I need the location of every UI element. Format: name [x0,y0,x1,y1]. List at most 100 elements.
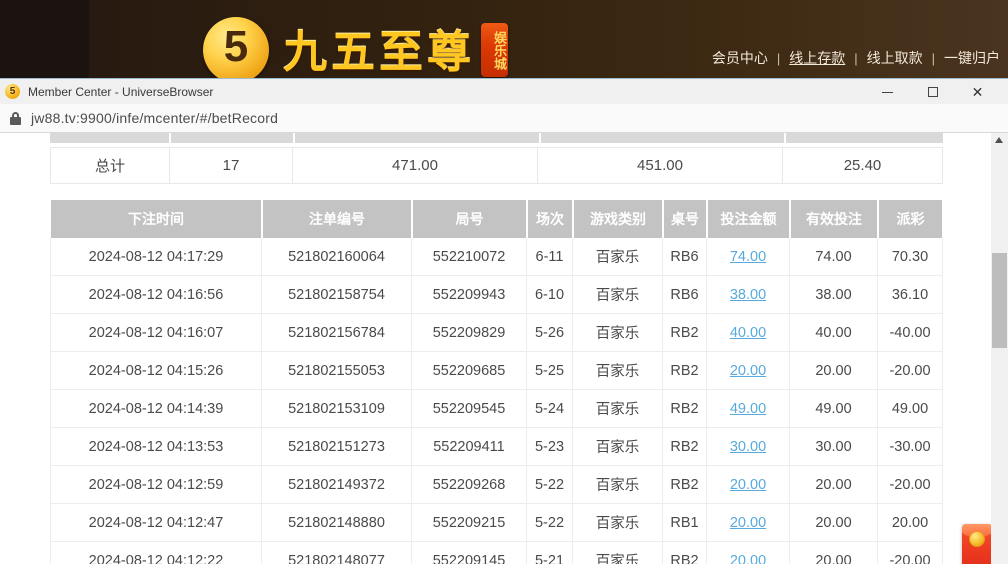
totals-table: 总计 17 471.00 451.00 25.40 [50,147,943,184]
app-icon-glyph: 5 [10,87,16,97]
bet-amount-cell: 20.00 [707,466,790,504]
header-bet-amount: 投注金额 [707,200,790,238]
url-text[interactable]: jw88.tv:9900/infe/mcenter/#/betRecord [31,110,278,126]
bet-amount-link[interactable]: 20.00 [730,477,766,493]
game-type-cell: 百家乐 [573,504,663,542]
valid-bet-cell: 38.00 [790,276,878,314]
url-bar[interactable]: jw88.tv:9900/infe/mcenter/#/betRecord [0,104,1008,133]
nav-separator: | [854,51,857,66]
top-nav: 会员中心 | 线上存款 | 线上取款 | 一键归户 [712,48,1000,68]
session-cell: 5-24 [527,390,573,428]
round-id-cell: 552209145 [412,542,527,564]
bet-time-cell: 2024-08-12 04:16:07 [50,314,262,352]
minimize-icon [882,92,893,93]
bet-time-cell: 2024-08-12 04:16:56 [50,276,262,314]
bet-amount-cell: 40.00 [707,314,790,352]
table-row: 2024-08-12 04:16:56521802158754552209943… [50,276,943,314]
bet-amount-link[interactable]: 30.00 [730,439,766,455]
logo-coin-icon: 5 [203,17,269,78]
payout-cell: -20.00 [878,542,943,564]
totals-valid-bet: 451.00 [538,147,783,184]
payout-cell: -20.00 [878,352,943,390]
bet-amount-link[interactable]: 49.00 [730,401,766,417]
round-id-cell: 552209268 [412,466,527,504]
round-id-cell: 552209545 [412,390,527,428]
maximize-icon [928,87,938,97]
payout-cell: -30.00 [878,428,943,466]
bet-amount-link[interactable]: 20.00 [730,553,766,564]
logo-title: 九五至尊 [283,16,475,78]
session-cell: 5-23 [527,428,573,466]
bet-time-cell: 2024-08-12 04:14:39 [50,390,262,428]
bet-amount-link[interactable]: 20.00 [730,515,766,531]
game-type-cell: 百家乐 [573,276,663,314]
bet-record-page: 总计 17 471.00 451.00 25.40 下注时间 注单编号 局号 场… [0,133,1008,564]
bet-amount-link[interactable]: 20.00 [730,363,766,379]
game-type-cell: 百家乐 [573,428,663,466]
table-no-cell: RB1 [663,504,707,542]
bet-amount-link[interactable]: 38.00 [730,287,766,303]
vertical-scrollbar[interactable] [991,133,1008,564]
bet-time-cell: 2024-08-12 04:13:53 [50,428,262,466]
payout-cell: -40.00 [878,314,943,352]
bet-id-cell: 521802160064 [262,238,412,276]
nav-separator: | [932,51,935,66]
bet-id-cell: 521802151273 [262,428,412,466]
nav-online-deposit[interactable]: 线上存款 [789,48,845,68]
valid-bet-cell: 20.00 [790,352,878,390]
maximize-button[interactable] [910,79,955,105]
totals-payout: 25.40 [783,147,943,184]
nav-member-center[interactable]: 会员中心 [712,48,768,68]
game-type-cell: 百家乐 [573,352,663,390]
scroll-up-arrow-icon[interactable] [995,137,1003,143]
bet-record-table: 下注时间 注单编号 局号 场次 游戏类别 桌号 投注金额 有效投注 派彩 202… [50,200,943,564]
logo-symbol: 5 [224,25,248,69]
header-bet-id: 注单编号 [262,200,412,238]
game-type-cell: 百家乐 [573,314,663,352]
bet-time-cell: 2024-08-12 04:15:26 [50,352,262,390]
round-id-cell: 552209685 [412,352,527,390]
session-cell: 5-25 [527,352,573,390]
round-id-cell: 552209411 [412,428,527,466]
payout-cell: 70.30 [878,238,943,276]
table-row: 2024-08-12 04:13:53521802151273552209411… [50,428,943,466]
bet-amount-link[interactable]: 40.00 [730,325,766,341]
session-cell: 5-22 [527,466,573,504]
bet-amount-cell: 20.00 [707,542,790,564]
bet-id-cell: 521802148880 [262,504,412,542]
table-no-cell: RB2 [663,390,707,428]
close-button[interactable]: ✕ [955,79,1000,105]
window-controls: ✕ [865,79,1000,105]
totals-count: 17 [170,147,293,184]
bet-id-cell: 521802149372 [262,466,412,504]
valid-bet-cell: 20.00 [790,466,878,504]
game-type-cell: 百家乐 [573,390,663,428]
totals-header-clipped [50,133,943,143]
valid-bet-cell: 74.00 [790,238,878,276]
header-table-no: 桌号 [663,200,707,238]
table-row: 2024-08-12 04:12:47521802148880552209215… [50,504,943,542]
table-no-cell: RB6 [663,238,707,276]
table-row: 2024-08-12 04:15:26521802155053552209685… [50,352,943,390]
lock-icon [10,112,21,125]
table-no-cell: RB2 [663,542,707,564]
bet-id-cell: 521802155053 [262,352,412,390]
table-no-cell: RB6 [663,276,707,314]
nav-online-withdraw[interactable]: 线上取款 [867,48,923,68]
site-logo: 5 九五至尊 娱乐城 [203,0,508,78]
bet-id-cell: 521802153109 [262,390,412,428]
scrollbar-thumb[interactable] [992,253,1007,348]
round-id-cell: 552209829 [412,314,527,352]
session-cell: 5-21 [527,542,573,564]
session-cell: 6-10 [527,276,573,314]
nav-one-key-transfer[interactable]: 一键归户 [944,48,1000,68]
minimize-button[interactable] [865,79,910,105]
round-id-cell: 552209943 [412,276,527,314]
table-row: 2024-08-12 04:12:59521802149372552209268… [50,466,943,504]
bet-time-cell: 2024-08-12 04:12:22 [50,542,262,564]
totals-label: 总计 [50,147,170,184]
logo-badge: 娱乐城 [481,23,508,77]
table-no-cell: RB2 [663,428,707,466]
bet-amount-link[interactable]: 74.00 [730,249,766,265]
red-envelope-widget[interactable] [962,524,992,564]
